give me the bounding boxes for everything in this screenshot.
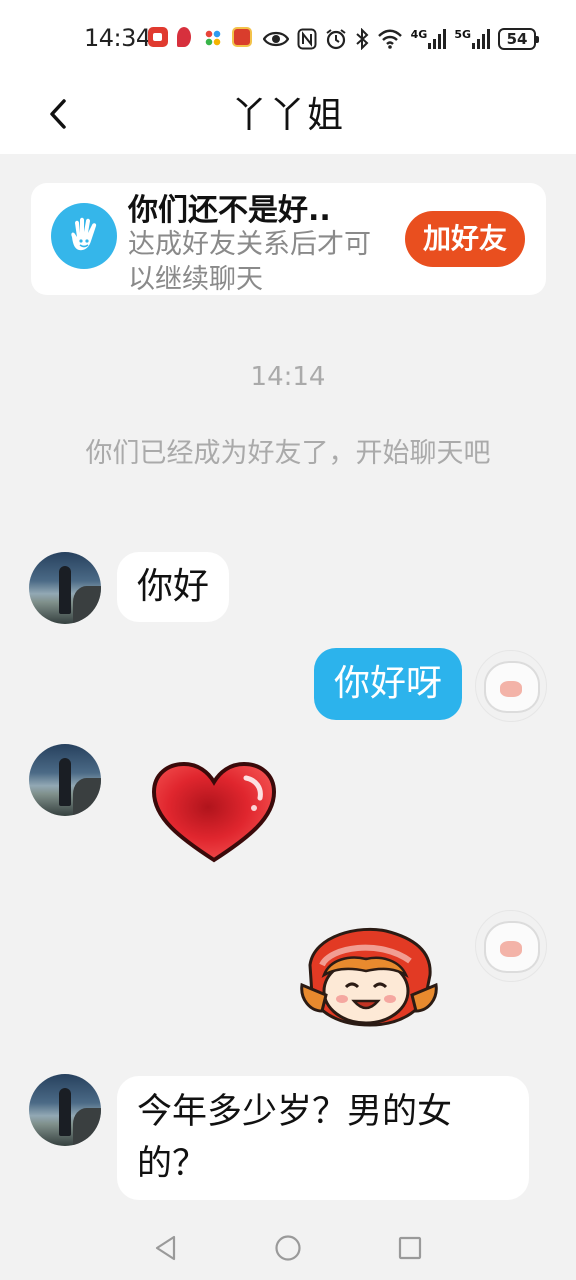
signal-5g: 5G	[454, 29, 490, 49]
hand-wave-icon	[51, 203, 117, 269]
contact-avatar[interactable]	[29, 1074, 101, 1146]
nfc-icon	[297, 28, 317, 50]
bluetooth-icon	[355, 28, 369, 50]
system-message: 你们已经成为好友了，开始聊天吧	[85, 438, 491, 469]
contact-avatar[interactable]	[29, 744, 101, 816]
status-icons: 4G 5G 54	[262, 22, 539, 56]
signal-icon	[428, 29, 447, 49]
battery-icon: 54	[498, 28, 539, 50]
signal-4g: 4G	[411, 29, 447, 49]
incoming-message-bubble[interactable]: 你好	[117, 552, 230, 622]
my-avatar[interactable]	[475, 910, 547, 982]
banner-title: 你们还不是好..	[128, 193, 331, 228]
friend-request-banner: 你们还不是好.. 达成好友关系后才可以继续聊天 加好友	[31, 183, 546, 295]
girl-sticker[interactable]	[300, 925, 438, 1031]
app-notification-icon	[205, 30, 221, 46]
incoming-message-bubble[interactable]: 今年多少岁？男的女的？	[117, 1076, 529, 1200]
banner-subtitle: 达成好友关系后才可以继续聊天	[128, 229, 371, 295]
status-time: 14:34	[84, 24, 151, 52]
network-type-label: 4G	[410, 28, 428, 41]
system-navigation-bar	[0, 1214, 576, 1280]
app-notification-icon	[177, 27, 191, 47]
contact-avatar[interactable]	[29, 552, 101, 624]
nav-back-icon[interactable]	[152, 1234, 180, 1262]
network-type-label: 5G	[454, 28, 471, 41]
screen-record-icon	[148, 27, 168, 47]
eye-icon	[262, 31, 289, 47]
alarm-icon	[326, 29, 346, 50]
chat-header: 丫丫姐	[0, 76, 576, 154]
nav-recents-icon[interactable]	[396, 1234, 424, 1262]
heart-sticker[interactable]	[150, 760, 278, 864]
nav-home-icon[interactable]	[274, 1234, 302, 1262]
outgoing-message-bubble[interactable]: 你好呀	[313, 648, 462, 720]
chat-timestamp: 14:14	[250, 362, 326, 392]
wifi-icon	[377, 29, 402, 49]
contact-name-title: 丫丫姐	[230, 95, 345, 136]
my-avatar[interactable]	[475, 650, 547, 722]
add-friend-button[interactable]: 加好友	[405, 211, 525, 267]
signal-icon	[472, 29, 490, 49]
app-notification-icon	[232, 27, 252, 47]
status-bar: 14:34 4G 5G 54	[0, 0, 576, 76]
